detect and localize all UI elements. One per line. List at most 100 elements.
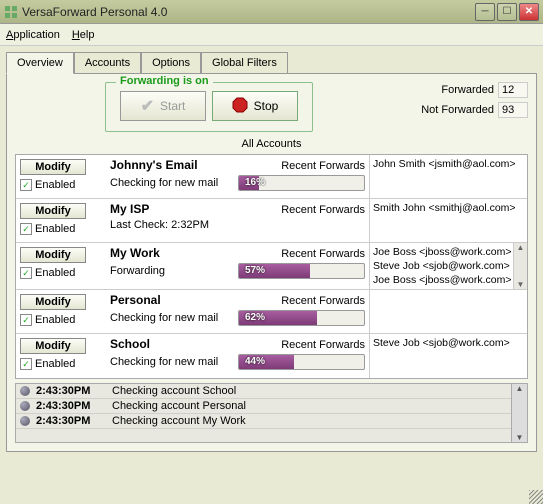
log-time: 2:43:30PM xyxy=(36,400,106,412)
tab-global-filters[interactable]: Global Filters xyxy=(201,52,288,73)
forward-entry: Steve Job <sjob@work.com> xyxy=(373,336,524,350)
accounts-list: Modify✓EnabledJohnny's EmailRecent Forwa… xyxy=(15,154,528,379)
forward-entry: Joe Boss <jboss@work.com> xyxy=(373,273,524,287)
resize-grip[interactable] xyxy=(529,490,543,504)
all-accounts-header: All Accounts xyxy=(15,138,528,150)
enabled-checkbox[interactable]: ✓ xyxy=(20,358,32,370)
enabled-checkbox[interactable]: ✓ xyxy=(20,223,32,235)
progress-bar: 57% xyxy=(238,263,365,279)
forwarding-legend: Forwarding is on xyxy=(116,75,213,87)
notforwarded-label: Not Forwarded xyxy=(421,104,494,116)
menu-application[interactable]: Application xyxy=(6,29,60,41)
log-message: Checking account Personal xyxy=(112,400,246,412)
recent-forwards-label: Recent Forwards xyxy=(281,339,365,351)
progress-bar: 16% xyxy=(238,175,365,191)
forwarding-group: Forwarding is on ✔ Start Stop xyxy=(105,82,313,132)
log-time: 2:43:30PM xyxy=(36,415,106,427)
tab-strip: Overview Accounts Options Global Filters xyxy=(6,52,537,74)
progress-bar: 44% xyxy=(238,354,365,370)
log-time: 2:43:30PM xyxy=(36,385,106,397)
account-status: Checking for new mail xyxy=(110,177,230,189)
modify-button[interactable]: Modify xyxy=(20,294,86,310)
account-status: Last Check: 2:32PM xyxy=(110,219,230,231)
app-icon xyxy=(4,5,18,19)
tab-options[interactable]: Options xyxy=(141,52,201,73)
account-name: Johnny's Email xyxy=(110,158,198,172)
check-icon: ✔ xyxy=(141,96,154,116)
account-status: Checking for new mail xyxy=(110,356,230,368)
account-name: My ISP xyxy=(110,202,149,216)
enabled-label: Enabled xyxy=(35,314,75,326)
notforwarded-value: 93 xyxy=(498,102,528,118)
account-name: School xyxy=(110,337,150,351)
modify-button[interactable]: Modify xyxy=(20,159,86,175)
recent-forwards-label: Recent Forwards xyxy=(281,204,365,216)
modify-button[interactable]: Modify xyxy=(20,247,86,263)
recent-forwards-list: Smith John <smithj@aol.com> xyxy=(369,199,527,242)
log-message: Checking account School xyxy=(112,385,236,397)
log-row: 2:43:30PM Checking account My Work xyxy=(16,414,527,429)
account-name: My Work xyxy=(110,246,160,260)
recent-forwards-list: Joe Boss <jboss@work.com>Steve Job <sjob… xyxy=(369,243,527,289)
minimize-button[interactable]: ─ xyxy=(475,3,495,21)
log-info-icon xyxy=(20,401,30,411)
log-row: 2:43:30PM Checking account School xyxy=(16,384,527,399)
recent-forwards-label: Recent Forwards xyxy=(281,295,365,307)
account-row: Modify ✓Enabled Personal Recent Forwards Che… xyxy=(16,290,527,334)
overview-panel: Forwarding is on ✔ Start Stop Forwarded xyxy=(6,74,537,452)
forward-entry: Smith John <smithj@aol.com> xyxy=(373,201,524,215)
recent-forwards-list xyxy=(369,290,527,333)
start-button[interactable]: ✔ Start xyxy=(120,91,206,121)
modify-button[interactable]: Modify xyxy=(20,203,86,219)
menubar: Application Help xyxy=(0,24,543,46)
forwards-scrollbar[interactable]: ▲▼ xyxy=(513,243,527,289)
forwarded-value: 12 xyxy=(498,82,528,98)
menu-help[interactable]: Help xyxy=(72,29,95,41)
progress-label: 44% xyxy=(245,356,265,367)
log-message: Checking account My Work xyxy=(112,415,246,427)
account-status: Checking for new mail xyxy=(110,312,230,324)
account-row: Modify ✓Enabled Johnny's Email Recent Forwa… xyxy=(16,155,527,199)
forwarded-label: Forwarded xyxy=(421,84,494,96)
enabled-checkbox[interactable]: ✓ xyxy=(20,314,32,326)
progress-label: 62% xyxy=(245,312,265,323)
forward-entry: John Smith <jsmith@aol.com> xyxy=(373,157,524,171)
enabled-label: Enabled xyxy=(35,358,75,370)
stop-label: Stop xyxy=(254,99,279,113)
close-button[interactable]: ✕ xyxy=(519,3,539,21)
enabled-label: Enabled xyxy=(35,267,75,279)
log-info-icon xyxy=(20,416,30,426)
recent-forwards-label: Recent Forwards xyxy=(281,160,365,172)
modify-button[interactable]: Modify xyxy=(20,338,86,354)
start-label: Start xyxy=(160,99,185,113)
enabled-checkbox[interactable]: ✓ xyxy=(20,267,32,279)
recent-forwards-list: Steve Job <sjob@work.com> xyxy=(369,334,527,378)
progress-bar: 62% xyxy=(238,310,365,326)
stop-icon xyxy=(232,97,248,116)
account-name: Personal xyxy=(110,293,161,307)
forward-entry: Steve Job <sjob@work.com> xyxy=(373,259,524,273)
titlebar[interactable]: VersaForward Personal 4.0 ─ ☐ ✕ xyxy=(0,0,543,24)
window-title: VersaForward Personal 4.0 xyxy=(22,5,475,19)
progress-label: 57% xyxy=(245,265,265,276)
enabled-checkbox[interactable]: ✓ xyxy=(20,179,32,191)
forward-entry: Joe Boss <jboss@work.com> xyxy=(373,245,524,259)
account-status: Forwarding xyxy=(110,265,230,277)
account-row: Modify ✓Enabled My ISP Recent Forwards Last … xyxy=(16,199,527,243)
enabled-label: Enabled xyxy=(35,179,75,191)
maximize-button[interactable]: ☐ xyxy=(497,3,517,21)
account-row: Modify ✓Enabled My Work Recent Forwards Forw… xyxy=(16,243,527,290)
tab-overview[interactable]: Overview xyxy=(6,52,74,74)
tab-accounts[interactable]: Accounts xyxy=(74,52,141,73)
recent-forwards-list: John Smith <jsmith@aol.com> xyxy=(369,155,527,198)
log-info-icon xyxy=(20,386,30,396)
log-area: 2:43:30PMChecking account School2:43:30P… xyxy=(15,383,528,443)
progress-label: 16% xyxy=(245,177,265,188)
stats-area: Forwarded 12 Not Forwarded 93 xyxy=(421,82,528,118)
stop-button[interactable]: Stop xyxy=(212,91,298,121)
recent-forwards-label: Recent Forwards xyxy=(281,248,365,260)
enabled-label: Enabled xyxy=(35,223,75,235)
log-row: 2:43:30PM Checking account Personal xyxy=(16,399,527,414)
log-scrollbar[interactable]: ▲▼ xyxy=(511,384,527,442)
account-row: Modify ✓Enabled School Recent Forwards Check… xyxy=(16,334,527,378)
